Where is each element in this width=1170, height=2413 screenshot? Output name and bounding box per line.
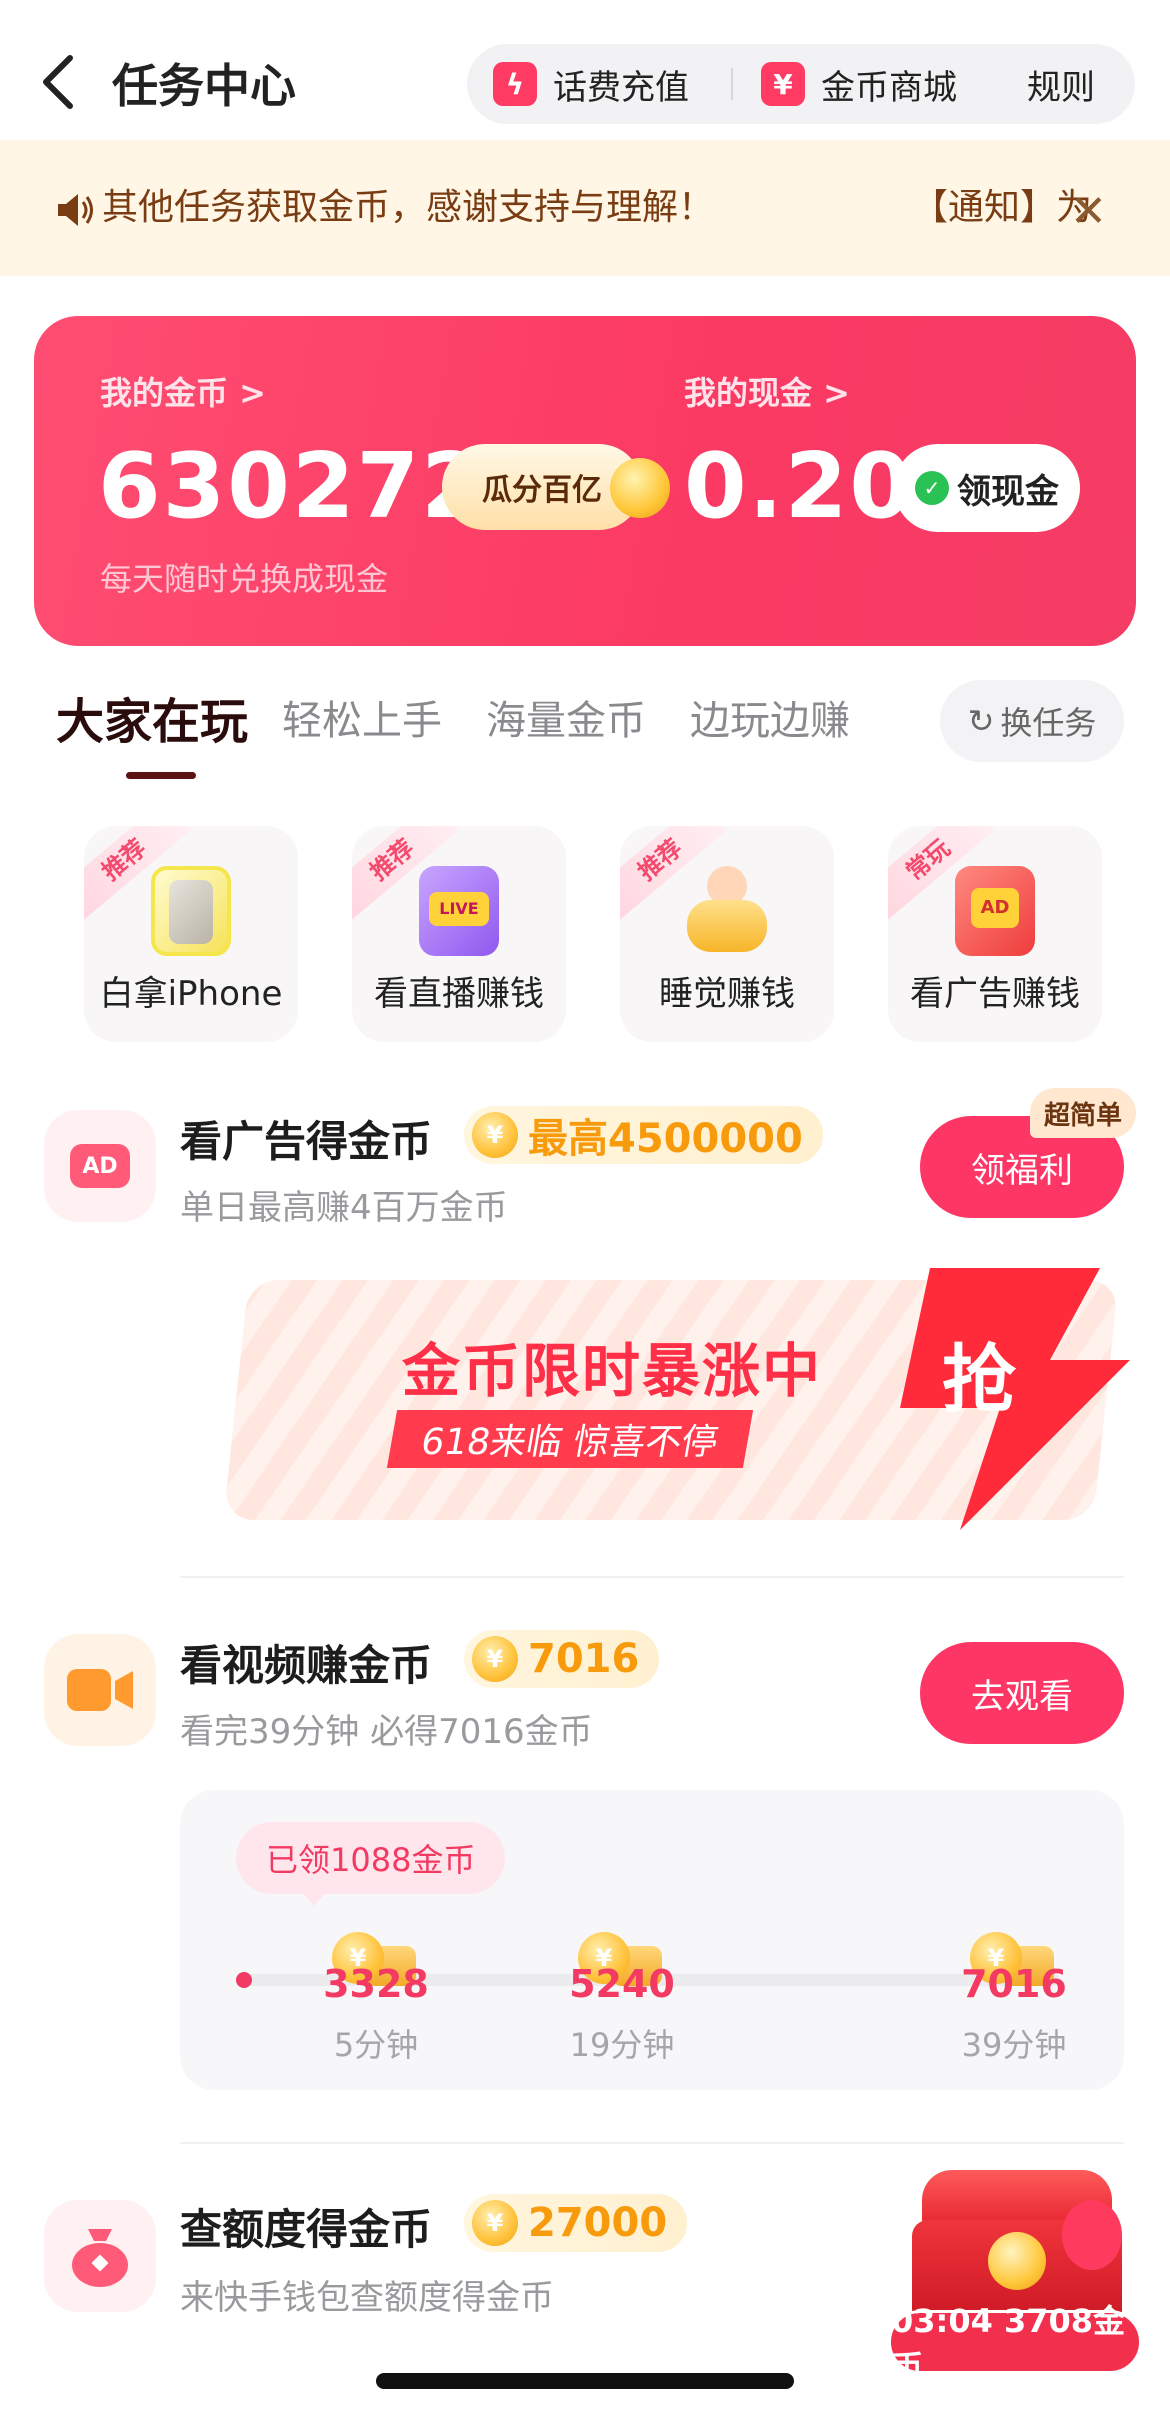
chest-badge <box>1062 2200 1122 2270</box>
tab-indicator <box>126 772 196 779</box>
tile-label: 睡觉赚钱 <box>659 974 795 1014</box>
coin-icon: ¥ <box>472 1112 518 1158</box>
video-task-title: 看视频赚金币 <box>180 1641 433 1690</box>
credit-task-desc: 来快手钱包查额度得金币 <box>180 2278 554 2318</box>
promo-title: 金币限时暴涨中 <box>402 1337 823 1405</box>
tab-massive-coins[interactable]: 海量金币 <box>486 688 646 746</box>
cash-balance: 0.20 <box>684 434 915 539</box>
bubble-tail <box>300 1890 328 1906</box>
withdraw-cash-label: 领现金 <box>957 471 1059 512</box>
milestone-time: 39分钟 <box>961 2026 1067 2064</box>
page-title: 任务中心 <box>112 59 296 113</box>
ad-task-desc: 单日最高赚4百万金币 <box>180 1188 508 1228</box>
ad-tv-icon: AD <box>955 866 1035 956</box>
coin-deco-icon <box>610 458 670 518</box>
ad-reward-value: 最高4500000 <box>528 1116 803 1162</box>
super-easy-tag: 超简单 <box>1030 1088 1137 1138</box>
video-camera-icon <box>67 1669 133 1711</box>
live-tv-icon: LIVE <box>419 866 499 956</box>
coin-mall-label: 金币商城 <box>821 67 957 108</box>
coin-hint: 每天随时兑换成现金 <box>100 560 389 598</box>
received-coins-bubble: 已领1088金币 <box>236 1822 506 1894</box>
tile-live-earn[interactable]: 推荐 LIVE 看直播赚钱 <box>352 826 566 1042</box>
back-arrow-icon[interactable] <box>38 52 78 112</box>
phone-recharge-link[interactable]: ϟ 话费充值 <box>493 44 689 124</box>
close-icon[interactable]: ✕ <box>1070 186 1107 237</box>
tile-label: 白拿iPhone <box>99 974 283 1014</box>
divider <box>731 68 733 100</box>
tile-label: 看广告赚钱 <box>910 974 1080 1014</box>
milestone-value: 3328 <box>323 1962 429 2006</box>
tile-free-iphone[interactable]: 推荐 白拿iPhone <box>84 826 298 1042</box>
header-links: ϟ 话费充值 ¥ 金币商城 规则 <box>467 44 1135 124</box>
reward-timer[interactable]: 03:04 3708金币 <box>888 2302 1142 2386</box>
header: 任务中心 ϟ 话费充值 ¥ 金币商城 规则 <box>0 0 1170 140</box>
phone-recharge-label: 话费充值 <box>553 67 689 108</box>
coin-balance: 630272 <box>98 434 486 539</box>
lightning-icon: ϟ <box>493 62 537 106</box>
tile-sleep-earn[interactable]: 推荐 睡觉赚钱 <box>620 826 834 1042</box>
sleeping-icon <box>687 866 767 956</box>
video-task-desc: 看完39分钟 必得7016金币 <box>180 1712 593 1752</box>
credit-task-icon <box>44 2200 156 2312</box>
tile-ad-earn[interactable]: 常玩 AD 看广告赚钱 <box>888 826 1102 1042</box>
home-indicator[interactable] <box>376 2373 794 2389</box>
tab-easy[interactable]: 轻松上手 <box>282 688 442 746</box>
divider <box>180 2142 1124 2144</box>
promo-subtitle: 618来临 惊喜不停 <box>386 1410 754 1468</box>
coin-mall-link[interactable]: ¥ 金币商城 <box>761 44 957 124</box>
divider <box>180 1576 1124 1578</box>
milestone-time: 19分钟 <box>569 2026 675 2064</box>
wallet-card: 我的金币 > 630272 每天随时兑换成现金 瓜分百亿 我的现金 > 0.20… <box>34 316 1136 646</box>
wechat-icon: ✓ <box>915 471 949 505</box>
notice-text-next: 【通知】为 <box>912 187 1093 228</box>
notice-bar[interactable]: 其他任务获取金币，感谢支持与理解！ 【通知】为 ✕ <box>0 140 1170 276</box>
credit-task-title: 查额度得金币 <box>180 2205 433 2254</box>
video-reward-value: 7016 <box>528 1636 640 1682</box>
tab-popular[interactable]: 大家在玩 <box>56 682 248 752</box>
ad-task-icon: AD <box>44 1110 156 1222</box>
withdraw-cash-button[interactable]: ✓ 领现金 <box>894 444 1080 532</box>
credit-reward-badge: ¥ 27000 <box>464 2194 688 2252</box>
notice-text: 其他任务获取金币，感谢支持与理解！ <box>102 187 715 228</box>
credit-reward-value: 27000 <box>528 2200 668 2246</box>
swap-tasks-button[interactable]: ↻ 换任务 <box>940 680 1124 762</box>
tab-play-earn[interactable]: 边玩边赚 <box>690 688 850 746</box>
video-reward-badge: ¥ 7016 <box>464 1630 660 1688</box>
coin-icon <box>988 2232 1046 2290</box>
swap-tasks-label: 换任务 <box>1000 704 1097 742</box>
grab-action[interactable]: 抢 <box>942 1320 1016 1427</box>
milestone-value: 7016 <box>961 1962 1067 2006</box>
progress-marker <box>236 1972 252 1988</box>
ad-task-title: 看广告得金币 <box>180 1117 433 1166</box>
coin-icon: ¥ <box>472 1636 518 1682</box>
yen-ticket-icon: ¥ <box>761 62 805 106</box>
ad-reward-badge: ¥ 最高4500000 <box>464 1106 823 1164</box>
coin-icon: ¥ <box>472 2200 518 2246</box>
tile-label: 看直播赚钱 <box>374 974 544 1014</box>
video-task-icon <box>44 1634 156 1746</box>
iphone-icon <box>151 866 231 956</box>
milestone-time: 5分钟 <box>333 2026 419 2064</box>
money-bag-icon <box>72 2229 128 2287</box>
refresh-icon: ↻ <box>967 702 995 740</box>
my-coins-link[interactable]: 我的金币 > <box>100 368 266 414</box>
go-watch-button[interactable]: 去观看 <box>920 1642 1124 1744</box>
rules-label: 规则 <box>1027 67 1095 108</box>
milestone-value: 5240 <box>569 1962 675 2006</box>
ad-icon: AD <box>70 1144 130 1188</box>
rules-link[interactable]: 规则 <box>1027 44 1095 124</box>
speaker-icon <box>58 194 93 226</box>
my-cash-link[interactable]: 我的现金 > <box>684 368 850 414</box>
